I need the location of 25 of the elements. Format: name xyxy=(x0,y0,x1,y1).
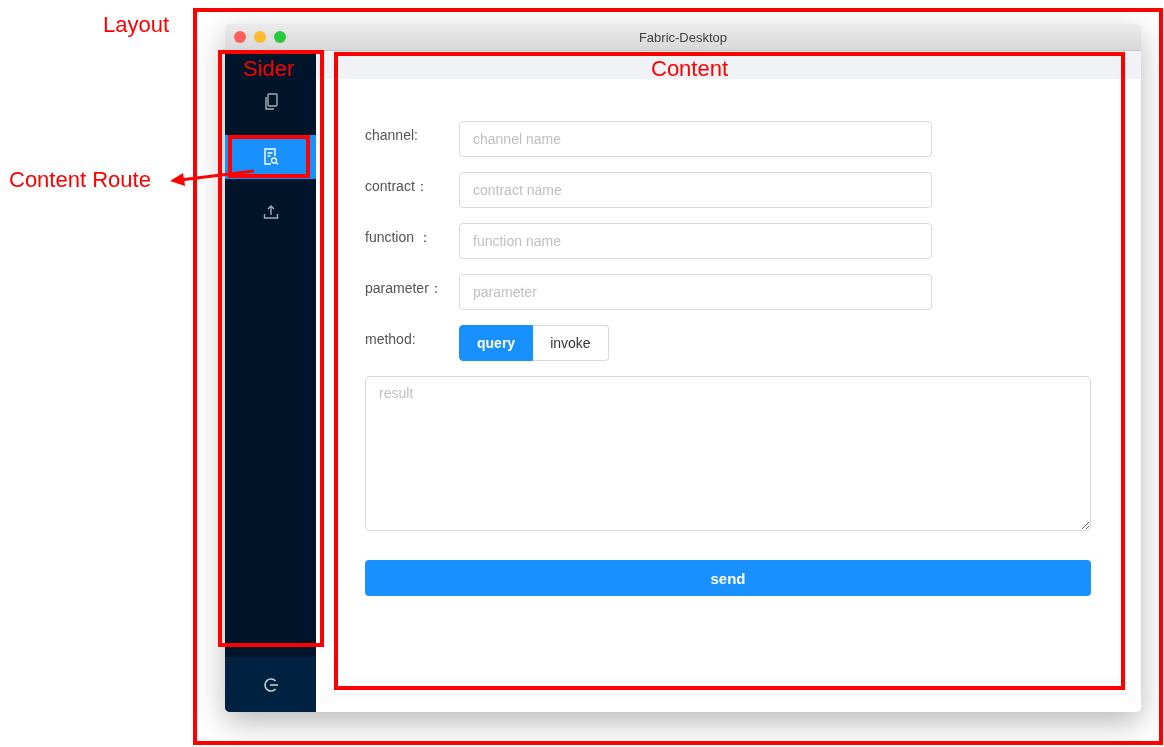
minimize-button[interactable] xyxy=(254,31,266,43)
copy-icon xyxy=(262,93,279,111)
field-label: contract： xyxy=(365,177,430,196)
document-search-icon xyxy=(262,148,279,166)
result-field[interactable]: result xyxy=(365,376,1091,531)
maximize-button[interactable] xyxy=(274,31,286,43)
annotation-label: Content xyxy=(651,56,729,82)
annotation-label: Content Route xyxy=(9,167,151,193)
field-label: parameter： xyxy=(365,279,444,298)
field-label: method: xyxy=(365,330,417,347)
window-title: Fabric-Desktop xyxy=(638,29,728,45)
method-option[interactable]: invoke xyxy=(533,325,609,361)
field-label: function ： xyxy=(365,228,433,247)
input-field[interactable]: function name xyxy=(459,223,932,259)
annotation-label: Sider xyxy=(243,56,295,82)
field-label: channel: xyxy=(365,126,419,143)
send-button[interactable]: send xyxy=(365,560,1091,596)
close-button[interactable] xyxy=(234,31,246,43)
method-option[interactable]: query xyxy=(459,325,534,361)
logout-icon[interactable] xyxy=(262,676,279,693)
input-field[interactable]: channel name xyxy=(459,121,932,157)
annotation-label: Layout xyxy=(103,12,170,38)
upload-icon xyxy=(262,204,279,220)
input-field[interactable]: contract name xyxy=(459,172,932,208)
input-field[interactable]: parameter xyxy=(459,274,932,310)
